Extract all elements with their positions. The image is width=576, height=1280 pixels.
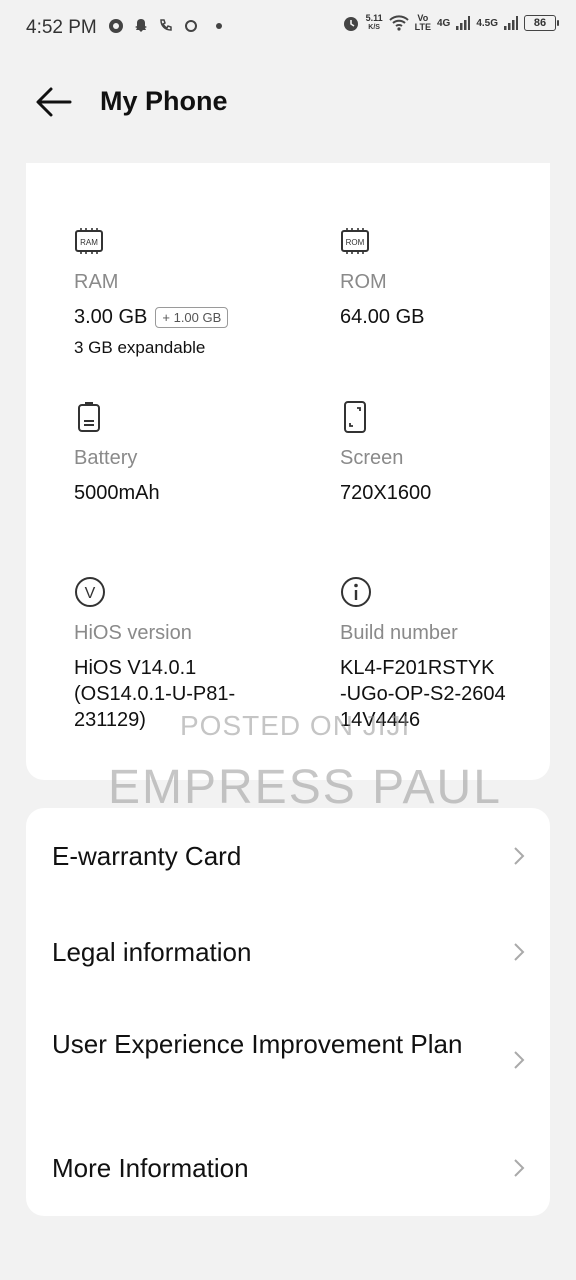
battery-value: 5000mAh xyxy=(74,482,160,504)
more-notifications-icon xyxy=(216,23,222,29)
battery-label: Battery xyxy=(74,447,138,469)
rom-icon-text: ROM xyxy=(346,238,365,247)
hios-label: HiOS version xyxy=(74,622,192,644)
volte-bottom: LTE xyxy=(414,22,431,32)
ram-extra-badge: + 1.00 GB xyxy=(155,306,229,328)
volte-indicator: Vo LTE xyxy=(415,14,431,32)
build-value-line1: KL4-F201RSTYK xyxy=(340,657,495,679)
network-speed: 5.11 K/S xyxy=(366,14,383,32)
hios-icon-text: V xyxy=(85,585,96,602)
snapchat-icon xyxy=(135,19,147,32)
ram-label: RAM xyxy=(74,271,119,293)
ram-icon-text: RAM xyxy=(80,238,98,247)
watermark-posted-on: POSTED ON JIJI xyxy=(180,710,411,741)
ram-expandable-text: 3 GB expandable xyxy=(74,338,206,357)
info-icon xyxy=(341,577,371,607)
rom-label: ROM xyxy=(340,271,387,293)
menu-card: E-warranty Card Legal information User E… xyxy=(26,808,550,1216)
screen-icon xyxy=(344,401,366,433)
menu-item-legal-information[interactable]: Legal information xyxy=(26,904,550,1000)
status-time: 4:52 PM xyxy=(26,17,97,38)
ram-chip-icon: RAM xyxy=(75,228,103,254)
spec-card: RAM RAM 3.00 GB + 1.00 GB 3 GB expandabl… xyxy=(26,163,550,780)
rom-value: 64.00 GB xyxy=(340,306,425,328)
network-speed-value: 5.11 xyxy=(365,13,383,23)
ram-value: 3.00 GB xyxy=(74,306,148,328)
screen-value: 720X1600 xyxy=(340,482,432,504)
menu-item-e-warranty-card[interactable]: E-warranty Card xyxy=(26,808,550,904)
hios-value-line1: HiOS V14.0.1 xyxy=(74,657,197,679)
chevron-right-icon xyxy=(514,943,525,961)
chevron-right-icon xyxy=(514,1051,525,1069)
battery-indicator: 86 xyxy=(524,15,559,31)
rom-chip-icon: ROM xyxy=(341,228,369,254)
build-value-line2: -UGo-OP-S2-2604 xyxy=(340,683,506,705)
ram-value-row: 3.00 GB + 1.00 GB xyxy=(74,304,229,330)
page-title: My Phone xyxy=(100,86,228,116)
spec-screen: Screen 720X1600 xyxy=(340,401,431,506)
back-button[interactable] xyxy=(34,84,74,120)
menu-item-label: Legal information xyxy=(52,937,252,967)
spec-ram: RAM RAM 3.00 GB + 1.00 GB 3 GB expandabl… xyxy=(74,225,229,358)
build-number-label: Build number xyxy=(340,622,458,644)
signal-icon-1 xyxy=(456,16,471,30)
spec-rom: ROM ROM 64.00 GB xyxy=(340,225,425,330)
wifi-icon xyxy=(388,15,409,31)
menu-item-label: User Experience Improvement Plan xyxy=(52,1029,463,1059)
menu-item-label: More Information xyxy=(52,1153,249,1183)
signal-icon-2 xyxy=(504,16,518,30)
hios-value-line2: (OS14.0.1-U-P81- xyxy=(74,683,236,705)
network-type-2: 4.5G xyxy=(476,17,498,29)
header: My Phone xyxy=(0,70,576,140)
menu-item-label: E-warranty Card xyxy=(52,841,242,871)
chevron-right-icon xyxy=(514,847,525,865)
menu-item-user-experience-improvement-plan[interactable]: User Experience Improvement Plan xyxy=(26,1000,550,1120)
screen-label: Screen xyxy=(340,447,404,469)
notification-icons xyxy=(108,18,222,34)
system-icons: 5.11 K/S Vo LTE 4G 4.5G 86 xyxy=(342,14,559,32)
watermark-seller-name: EMPRESS PAUL xyxy=(108,761,502,814)
battery-icon xyxy=(78,402,100,432)
call-icon xyxy=(160,19,172,31)
chevron-right-icon xyxy=(514,1159,525,1177)
network-speed-unit: K/S xyxy=(368,24,380,31)
sync-icon xyxy=(185,20,197,32)
notification-app-icon xyxy=(109,19,123,33)
status-bar: 4:52 PM 5.11 K/S Vo LTE 4G 4.5G 86 xyxy=(0,0,576,58)
menu-item-more-information[interactable]: More Information xyxy=(26,1120,550,1216)
hios-v-icon: V xyxy=(75,577,105,607)
back-arrow-icon xyxy=(36,87,72,117)
alarm-icon xyxy=(343,17,358,31)
spec-battery: Battery 5000mAh xyxy=(74,401,160,506)
network-type-1: 4G xyxy=(436,17,451,29)
